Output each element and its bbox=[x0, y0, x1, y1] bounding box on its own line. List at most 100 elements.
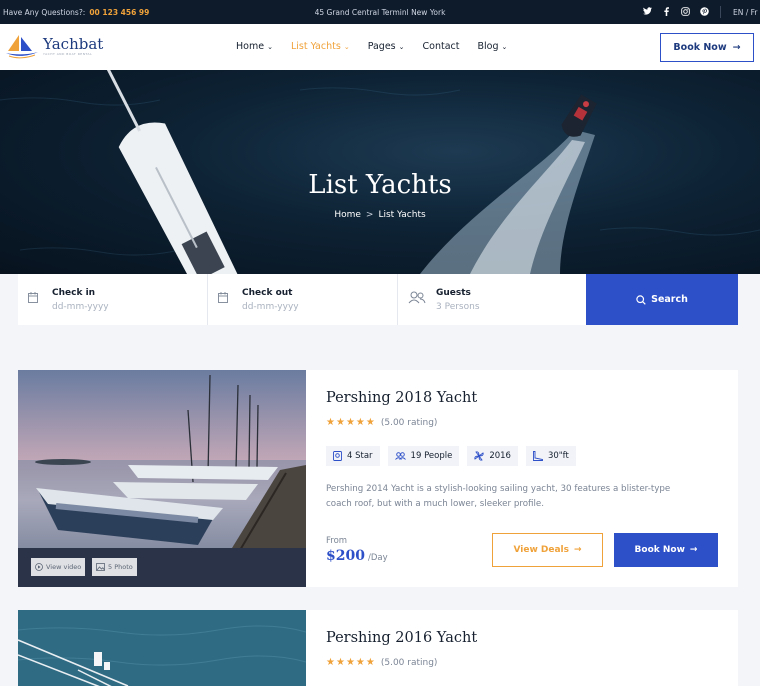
feature-label: 19 People bbox=[410, 451, 453, 461]
rating-text: (5.00 rating) bbox=[380, 417, 438, 428]
site-header: Yachbat YACHT AND BOAT RENTAL Home ⌄ List… bbox=[0, 24, 760, 70]
feature-year: 2016 bbox=[467, 446, 518, 466]
play-icon bbox=[35, 563, 43, 571]
view-deals-label: View Deals bbox=[513, 545, 569, 555]
checkin-input[interactable]: dd-mm-yyyy bbox=[52, 302, 109, 312]
chevron-down-icon: ⌄ bbox=[343, 42, 350, 51]
pinterest-icon[interactable] bbox=[699, 6, 709, 16]
rating: ★ ★ ★ ★ ★ (5.00 rating) bbox=[326, 657, 437, 668]
nav-item-pages[interactable]: Pages ⌄ bbox=[368, 41, 405, 52]
listing-title[interactable]: Pershing 2018 Yacht bbox=[326, 390, 477, 406]
yacht-listing-card: View video 5 Photo Pershing 2018 Yacht ★… bbox=[18, 370, 738, 587]
topbar-divider bbox=[720, 6, 721, 18]
search-icon bbox=[636, 294, 646, 305]
guests-label: Guests bbox=[436, 288, 471, 298]
nav-item-blog[interactable]: Blog ⌄ bbox=[477, 41, 507, 52]
book-now-button[interactable]: Book Now → bbox=[660, 33, 754, 62]
price-from-label: From bbox=[326, 536, 348, 546]
chevron-down-icon: ⌄ bbox=[267, 42, 273, 51]
rating: ★ ★ ★ ★ ★ (5.00 rating) bbox=[326, 417, 437, 428]
language-switcher[interactable]: EN / Fr bbox=[733, 8, 758, 17]
checkin-label: Check in bbox=[52, 288, 96, 298]
arrow-right-icon: → bbox=[689, 545, 698, 555]
calendar-icon bbox=[28, 292, 38, 303]
feature-label: 4 Star bbox=[347, 451, 373, 461]
view-deals-button[interactable]: View Deals → bbox=[492, 533, 603, 567]
guests-field[interactable]: Guests 3 Persons bbox=[398, 274, 588, 325]
twitter-icon[interactable] bbox=[642, 6, 652, 16]
logo[interactable]: Yachbat YACHT AND BOAT RENTAL bbox=[5, 33, 103, 59]
nav-item-home[interactable]: Home ⌄ bbox=[236, 41, 273, 52]
fan-icon bbox=[474, 451, 484, 461]
feature-length: 30"ft bbox=[525, 446, 576, 466]
star-icon: ★ bbox=[345, 657, 355, 668]
guests-input[interactable]: 3 Persons bbox=[436, 302, 480, 312]
nav-item-list-yachts[interactable]: List Yachts ⌄ bbox=[291, 41, 350, 52]
card-book-now-button[interactable]: Book Now → bbox=[614, 533, 718, 567]
nav-label: Blog bbox=[477, 41, 499, 52]
nav-label: Pages bbox=[367, 41, 396, 52]
arrow-right-icon: → bbox=[574, 545, 582, 555]
yacht-photo[interactable]: View video 5 Photo bbox=[18, 370, 306, 587]
hero-banner: List Yachts Home > List Yachts bbox=[0, 70, 760, 274]
checkout-label: Check out bbox=[242, 288, 293, 298]
booking-search-bar: Check in dd-mm-yyyy Check out dd-mm-yyyy… bbox=[18, 274, 738, 325]
breadcrumb: Home > List Yachts bbox=[0, 210, 760, 220]
search-label: Search bbox=[651, 294, 688, 305]
photos-label: 5 Photo bbox=[108, 563, 133, 571]
photos-button[interactable]: 5 Photo bbox=[92, 558, 137, 576]
chevron-down-icon: ⌄ bbox=[501, 42, 508, 51]
rating-text: (5.00 rating) bbox=[380, 657, 438, 668]
price-value: $200 bbox=[326, 548, 365, 564]
feature-people: 19 People bbox=[387, 446, 460, 466]
calendar-icon bbox=[218, 292, 228, 303]
star-icon: ★ bbox=[355, 417, 365, 428]
search-button[interactable]: Search bbox=[586, 274, 738, 325]
nav-label: List Yachts bbox=[290, 41, 341, 52]
arrow-right-icon: → bbox=[732, 42, 741, 53]
yacht-photo[interactable] bbox=[18, 610, 306, 686]
checkout-input[interactable]: dd-mm-yyyy bbox=[242, 302, 299, 312]
nav-label: Contact bbox=[422, 41, 460, 52]
social-links bbox=[642, 6, 709, 16]
nav-item-contact[interactable]: Contact bbox=[423, 41, 460, 52]
listing-title[interactable]: Pershing 2016 Yacht bbox=[326, 630, 477, 646]
price: $200/Day bbox=[326, 548, 388, 564]
view-video-button[interactable]: View video bbox=[31, 558, 86, 576]
boot-icon bbox=[533, 451, 543, 461]
page-title: List Yachts bbox=[308, 170, 452, 200]
star-icon: ★ bbox=[345, 417, 355, 428]
users-icon bbox=[394, 452, 406, 460]
facebook-icon[interactable] bbox=[661, 6, 671, 16]
instagram-icon[interactable] bbox=[680, 6, 690, 16]
sailboat-logo-icon bbox=[6, 35, 38, 59]
features-list: 4 Star 19 People 2016 30"ft bbox=[326, 446, 576, 466]
main-nav: Home ⌄ List Yachts ⌄ Pages ⌄ Contact Blog ⌄ bbox=[236, 41, 507, 52]
book-now-label: Book Now bbox=[634, 545, 685, 555]
star-icon: ★ bbox=[365, 657, 375, 668]
breadcrumb-current: List Yachts bbox=[378, 210, 426, 220]
nav-label: Home bbox=[236, 41, 265, 52]
checkin-field[interactable]: Check in dd-mm-yyyy bbox=[18, 274, 208, 325]
price-period: /Day bbox=[367, 553, 388, 563]
logo-name: Yachbat bbox=[43, 35, 104, 53]
breadcrumb-separator: > bbox=[365, 210, 374, 220]
listing-description: Pershing 2014 Yacht is a stylish-looking… bbox=[326, 484, 671, 509]
star-icon: ★ bbox=[355, 657, 365, 668]
checkout-field[interactable]: Check out dd-mm-yyyy bbox=[208, 274, 398, 325]
breadcrumb-home[interactable]: Home bbox=[334, 210, 361, 220]
star-icon: ★ bbox=[365, 417, 375, 428]
book-now-label: Book Now bbox=[673, 42, 727, 53]
star-icon: ★ bbox=[326, 657, 335, 668]
feature-stars: 4 Star bbox=[326, 446, 380, 466]
feature-label: 2016 bbox=[489, 451, 511, 461]
view-video-label: View video bbox=[46, 563, 82, 571]
star-icon: ★ bbox=[326, 417, 335, 428]
star-icon: ★ bbox=[335, 657, 345, 668]
top-bar: Have Any Questions?: 00 123 456 99 45 Gra… bbox=[0, 0, 760, 24]
star-icon: ★ bbox=[335, 417, 345, 428]
users-icon bbox=[408, 291, 426, 304]
chevron-down-icon: ⌄ bbox=[398, 42, 405, 51]
yacht-listing-card: Pershing 2016 Yacht ★ ★ ★ ★ ★ (5.00 rati… bbox=[18, 610, 738, 686]
feature-label: 30"ft bbox=[547, 451, 569, 461]
